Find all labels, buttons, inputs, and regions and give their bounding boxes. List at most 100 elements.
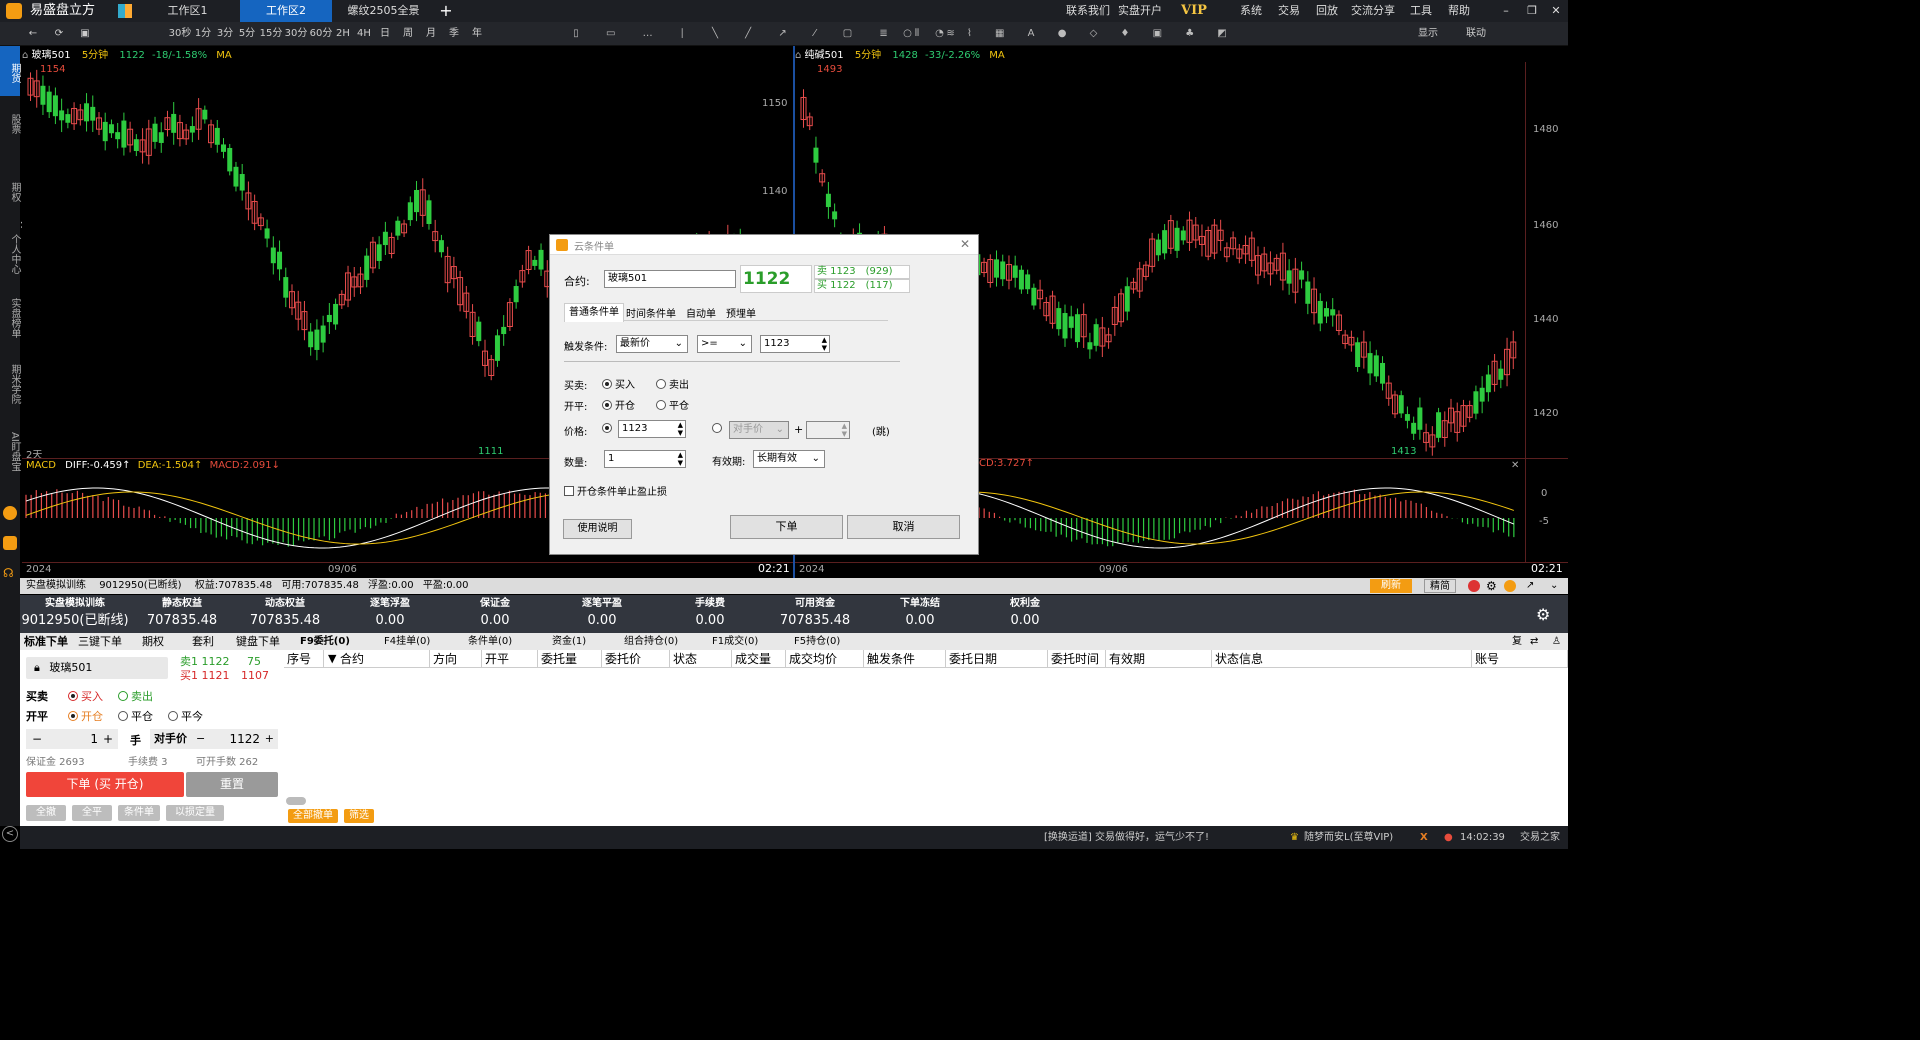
menu-tools[interactable]: 工具	[1404, 0, 1438, 22]
menu-trade[interactable]: 交易	[1272, 0, 1306, 22]
tab-keyboard[interactable]: 键盘下单	[236, 633, 280, 650]
scrollbar[interactable]	[286, 797, 306, 805]
repeat-button[interactable]: 复	[1512, 633, 1522, 650]
tab-three-key[interactable]: 三键下单	[78, 633, 122, 650]
collapse-icon[interactable]: ⌄	[1550, 578, 1558, 594]
column-header[interactable]: 状态信息	[1212, 650, 1472, 668]
period-1m[interactable]: 1分	[193, 22, 213, 46]
swap-icon[interactable]: ⇄	[1530, 633, 1538, 650]
cancel-all-orders-button[interactable]: 全部撤单	[288, 809, 338, 823]
condition-order-button[interactable]: 条件单	[118, 805, 160, 821]
simple-mode-button[interactable]: 精简	[1424, 579, 1456, 593]
dlg-price-input[interactable]: 1123 ▲ ▼	[618, 420, 686, 438]
menu-replay[interactable]: 回放	[1310, 0, 1344, 22]
opp-price-radio[interactable]	[712, 422, 725, 435]
opp-price-select[interactable]: 对手价 ⌄	[729, 421, 789, 439]
column-header[interactable]: 触发条件	[864, 650, 946, 668]
table-tab[interactable]: 资金(1)	[552, 633, 586, 650]
column-header[interactable]: 序号	[284, 650, 324, 668]
menu-icon[interactable]: ≡	[1574, 633, 1582, 650]
dialog-close-icon[interactable]: ✕	[960, 237, 970, 251]
tab-time-condition[interactable]: 时间条件单	[626, 305, 676, 320]
period-30s[interactable]: 30秒	[168, 22, 192, 46]
cancel-all-button[interactable]: 全撤	[26, 805, 66, 821]
period-3m[interactable]: 3分	[215, 22, 235, 46]
column-header[interactable]: 委托日期	[946, 650, 1048, 668]
dlg-open-radio[interactable]: 开仓	[602, 397, 635, 412]
alert-icon[interactable]	[3, 506, 17, 520]
dialog-cancel-button[interactable]: 取消	[847, 515, 960, 539]
column-header[interactable]: 开平	[482, 650, 538, 668]
menu-help[interactable]: 帮助	[1442, 0, 1476, 22]
shirt-icon[interactable]: ♙	[1552, 633, 1561, 650]
nav-academy[interactable]: 期米学院	[0, 360, 20, 408]
trigger-value-input[interactable]: 1123 ▲ ▼	[760, 335, 830, 353]
chart-icon[interactable]	[1504, 580, 1516, 592]
table-tab[interactable]: 条件单(0)	[468, 633, 512, 650]
column-header[interactable]: 合约	[324, 650, 430, 668]
open-radio[interactable]: 开仓	[68, 708, 103, 724]
tab-rebar-panorama[interactable]: 螺纹2505全景	[336, 0, 431, 22]
nav-ai[interactable]: AI盯盘宝	[0, 424, 20, 480]
table-tab[interactable]: F5持仓(0)	[794, 633, 840, 650]
qty-stepper[interactable]: −1 +	[26, 729, 118, 749]
column-header[interactable]: 成交均价	[786, 650, 864, 668]
contract-selector[interactable]: 🔒︎ 玻璃501	[26, 657, 168, 679]
period-year[interactable]: 年	[469, 22, 485, 46]
dlg-close-radio[interactable]: 平仓	[656, 397, 689, 412]
site-name[interactable]: 交易之家	[1520, 826, 1560, 849]
period-quarter[interactable]: 季	[446, 22, 462, 46]
dlg-buy-radio[interactable]: 买入	[602, 376, 635, 391]
filter-icon[interactable]: ▼	[328, 650, 336, 668]
filter-button[interactable]: 筛选	[344, 809, 374, 823]
table-tab[interactable]: F1成交(0)	[712, 633, 758, 650]
sell-radio[interactable]: 卖出	[118, 688, 153, 704]
dialog-titlebar[interactable]: 云条件单 ✕	[550, 235, 978, 255]
column-header[interactable]: 方向	[430, 650, 482, 668]
close-today-radio[interactable]: 平今	[168, 708, 203, 724]
contact-link[interactable]: 联系我们	[1064, 0, 1112, 22]
back-icon[interactable]: ←	[26, 22, 40, 46]
close-all-button[interactable]: 全平	[72, 805, 112, 821]
dlg-qty-input[interactable]: 1 ▲ ▼	[604, 450, 686, 468]
column-header[interactable]: 成交量	[732, 650, 786, 668]
refresh-button[interactable]: 刷新	[1370, 579, 1412, 593]
menu-system[interactable]: 系统	[1234, 0, 1268, 22]
period-15m[interactable]: 15分	[259, 22, 283, 46]
close-radio[interactable]: 平仓	[118, 708, 153, 724]
link-dropdown[interactable]: 联动	[1458, 22, 1494, 46]
period-label[interactable]: 5分钟	[82, 50, 108, 61]
flash-icon[interactable]	[3, 536, 17, 550]
tab-options[interactable]: 期权	[142, 633, 164, 650]
period-2h[interactable]: 2H	[333, 22, 353, 46]
add-tab-icon[interactable]: +	[436, 0, 456, 22]
symbol-name[interactable]: 纯碱501	[805, 50, 844, 61]
drawing-tools-2-icon[interactable]: ○ ◔ ⌇ ▦ A ● ◇ ♦ ▣ ♣ ◩	[900, 22, 1240, 46]
symbol-name[interactable]: 玻璃501	[32, 50, 71, 61]
vip-badge[interactable]: VIP	[1170, 0, 1218, 22]
column-header[interactable]: 账号	[1472, 650, 1568, 668]
tab-normal-condition[interactable]: 普通条件单	[564, 303, 624, 322]
nav-stocks[interactable]: 股票	[0, 106, 20, 142]
loss-sizing-button[interactable]: 以损定量	[166, 805, 224, 821]
close-icon[interactable]: ✕	[1546, 0, 1566, 22]
period-5m[interactable]: 5分	[237, 22, 257, 46]
column-header[interactable]: 委托价	[602, 650, 670, 668]
refresh-icon[interactable]: ⟳	[52, 22, 66, 46]
period-week[interactable]: 周	[400, 22, 416, 46]
tab-workspace-2[interactable]: 工作区2	[240, 0, 332, 22]
logo-icon[interactable]	[1468, 580, 1480, 592]
column-header[interactable]: 状态	[670, 650, 732, 668]
account-settings-icon[interactable]: ⚙	[1536, 605, 1550, 624]
period-4h[interactable]: 4H	[354, 22, 374, 46]
stop-checkbox[interactable]: 开仓条件单止盈止损	[564, 483, 667, 498]
indicator-ma[interactable]: MA	[216, 50, 231, 61]
dlg-sell-radio[interactable]: 卖出	[656, 376, 689, 391]
table-tab[interactable]: F9委托(0)	[300, 633, 350, 650]
dialog-submit-button[interactable]: 下单	[730, 515, 843, 539]
expand-icon[interactable]: <	[2, 826, 18, 842]
macd-name[interactable]: MACD	[26, 460, 56, 471]
price-stepper[interactable]: 对手价 −1122 +	[150, 729, 278, 749]
nav-personal[interactable]: 个人中心	[0, 230, 20, 278]
tab-preset-order[interactable]: 预埋单	[726, 305, 756, 320]
